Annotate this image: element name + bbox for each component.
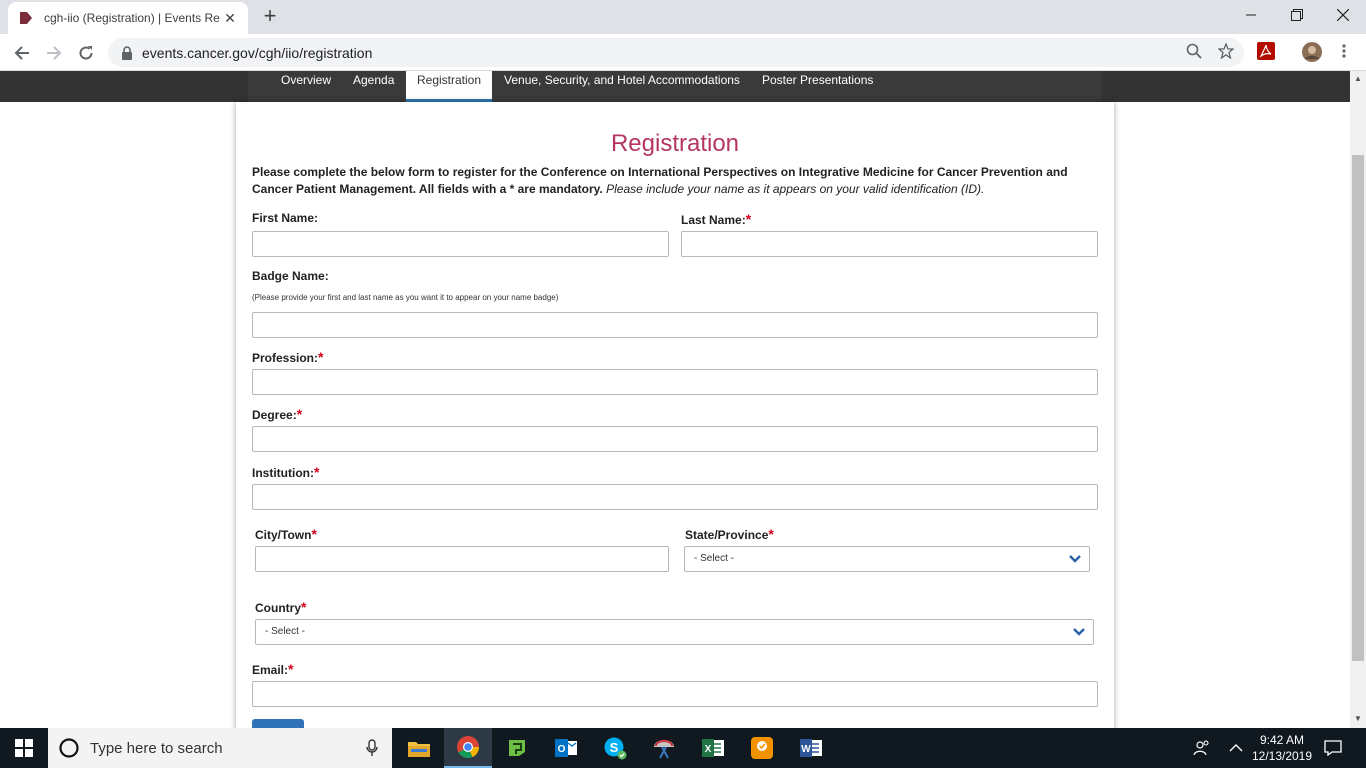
country-select[interactable]: - Select -	[255, 619, 1094, 645]
last-name-label: Last Name:*	[681, 211, 752, 227]
back-icon[interactable]	[9, 40, 35, 66]
chevron-down-icon	[1069, 555, 1081, 563]
clock-date: 12/13/2019	[1251, 749, 1313, 763]
first-name-label: First Name:	[252, 211, 319, 225]
required-marker: *	[318, 349, 324, 365]
country-label: Country*	[255, 599, 307, 615]
url-text: events.cancer.gov/cgh/iio/registration	[142, 44, 373, 61]
intro-italic-text: Please include your name as it appears o…	[606, 182, 985, 196]
vlc-orange-app-icon[interactable]	[738, 728, 786, 768]
degree-label: Degree:*	[252, 406, 303, 422]
profession-label: Profession:*	[252, 349, 324, 365]
scroll-up-icon[interactable]: ▲	[1354, 75, 1362, 83]
form-intro: Please complete the below form to regist…	[252, 164, 1092, 198]
file-explorer-icon[interactable]	[395, 728, 443, 768]
city-input[interactable]	[255, 546, 669, 572]
page-scrollbar[interactable]: ▲ ▼	[1350, 71, 1366, 728]
institution-input[interactable]	[252, 484, 1098, 510]
badge-name-label: Badge Name:	[252, 269, 329, 283]
new-tab-icon[interactable]: +	[258, 5, 282, 29]
required-marker: *	[288, 661, 294, 677]
page-viewport: Overview Agenda Registration Venue, Secu…	[0, 71, 1350, 728]
clock-time: 9:42 AM	[1259, 733, 1305, 747]
svg-text:O: O	[558, 744, 566, 755]
minimize-icon[interactable]	[1228, 0, 1274, 30]
taskbar: Type here to search O S X W 9:42 AM 12/1…	[0, 728, 1366, 768]
nav-agenda[interactable]: Agenda	[353, 71, 394, 102]
required-marker: *	[301, 599, 307, 615]
menu-kebab-icon[interactable]	[1336, 42, 1356, 62]
nav-overview[interactable]: Overview	[281, 71, 331, 102]
badge-name-hint: (Please provide your first and last name…	[252, 293, 559, 302]
close-tab-icon[interactable]: ✕	[222, 10, 238, 26]
registration-form: Registration Please complete the below f…	[236, 102, 1114, 728]
zoom-icon[interactable]	[1184, 41, 1204, 61]
required-marker: *	[768, 526, 774, 542]
pdf-extension-icon[interactable]	[1257, 42, 1277, 62]
svg-text:S: S	[610, 740, 619, 755]
state-select[interactable]: - Select -	[684, 546, 1090, 572]
microphone-icon[interactable]	[366, 739, 378, 757]
scroll-down-icon[interactable]: ▼	[1354, 715, 1362, 723]
first-name-input[interactable]	[252, 231, 669, 257]
reload-icon[interactable]	[73, 40, 99, 66]
taskbar-search[interactable]: Type here to search	[48, 728, 392, 768]
nav-registration[interactable]: Registration	[406, 71, 492, 102]
browser-toolbar: events.cancer.gov/cgh/iio/registration	[0, 34, 1366, 71]
institution-label: Institution:*	[252, 464, 320, 480]
browser-tab[interactable]: cgh-iio (Registration) | Events Re ✕	[8, 2, 248, 34]
required-marker: *	[745, 211, 752, 227]
notifications-icon[interactable]	[1323, 738, 1343, 758]
svg-text:X: X	[705, 744, 712, 755]
search-placeholder: Type here to search	[90, 739, 223, 757]
restore-icon[interactable]	[1274, 0, 1320, 30]
state-selected-value: - Select -	[694, 553, 735, 564]
profile-avatar-icon[interactable]	[1302, 42, 1322, 62]
email-label: Email:*	[252, 661, 294, 677]
close-window-icon[interactable]	[1320, 0, 1366, 30]
excel-icon[interactable]: X	[689, 728, 737, 768]
bookmark-star-icon[interactable]	[1216, 41, 1236, 61]
scrollbar-thumb[interactable]	[1352, 155, 1364, 661]
profession-input[interactable]	[252, 369, 1098, 395]
city-label: City/Town*	[255, 526, 317, 542]
site-nav: Overview Agenda Registration Venue, Secu…	[248, 71, 1102, 102]
people-icon[interactable]	[1192, 738, 1212, 758]
skype-icon[interactable]: S	[591, 728, 639, 768]
outlook-icon[interactable]: O	[542, 728, 590, 768]
site-nav-bar: Overview Agenda Registration Venue, Secu…	[0, 71, 1350, 102]
nav-poster-presentations[interactable]: Poster Presentations	[762, 71, 873, 102]
nav-venue[interactable]: Venue, Security, and Hotel Accommodation…	[504, 71, 740, 102]
chevron-down-icon	[1073, 628, 1085, 636]
degree-input[interactable]	[252, 426, 1098, 452]
cortana-circle-icon	[59, 738, 79, 758]
forward-icon[interactable]	[41, 40, 67, 66]
chevron-up-icon[interactable]	[1226, 738, 1246, 758]
required-marker: *	[311, 526, 317, 542]
tab-title: cgh-iio (Registration) | Events Re	[44, 11, 220, 25]
site-favicon-icon	[20, 12, 32, 24]
state-label: State/Province*	[685, 526, 774, 542]
address-bar[interactable]: events.cancer.gov/cgh/iio/registration	[108, 38, 1244, 67]
required-marker: *	[313, 464, 320, 480]
country-selected-value: - Select -	[265, 626, 306, 637]
required-marker: *	[296, 406, 303, 422]
svg-text:W: W	[801, 744, 811, 755]
chrome-taskbar-icon[interactable]	[444, 728, 492, 768]
last-name-input[interactable]	[681, 231, 1098, 257]
page-title: Registration	[610, 130, 740, 157]
submit-button[interactable]	[252, 719, 304, 728]
spaces-app-icon[interactable]	[493, 728, 541, 768]
system-clock[interactable]: 9:42 AM 12/13/2019	[1246, 732, 1318, 764]
badge-name-input[interactable]	[252, 312, 1098, 338]
snipping-tool-icon[interactable]	[640, 728, 688, 768]
word-icon[interactable]: W	[787, 728, 835, 768]
lock-icon	[122, 45, 132, 60]
tab-strip: cgh-iio (Registration) | Events Re ✕ +	[0, 0, 1366, 34]
email-input[interactable]	[252, 681, 1098, 707]
windows-start-icon[interactable]	[0, 728, 48, 768]
